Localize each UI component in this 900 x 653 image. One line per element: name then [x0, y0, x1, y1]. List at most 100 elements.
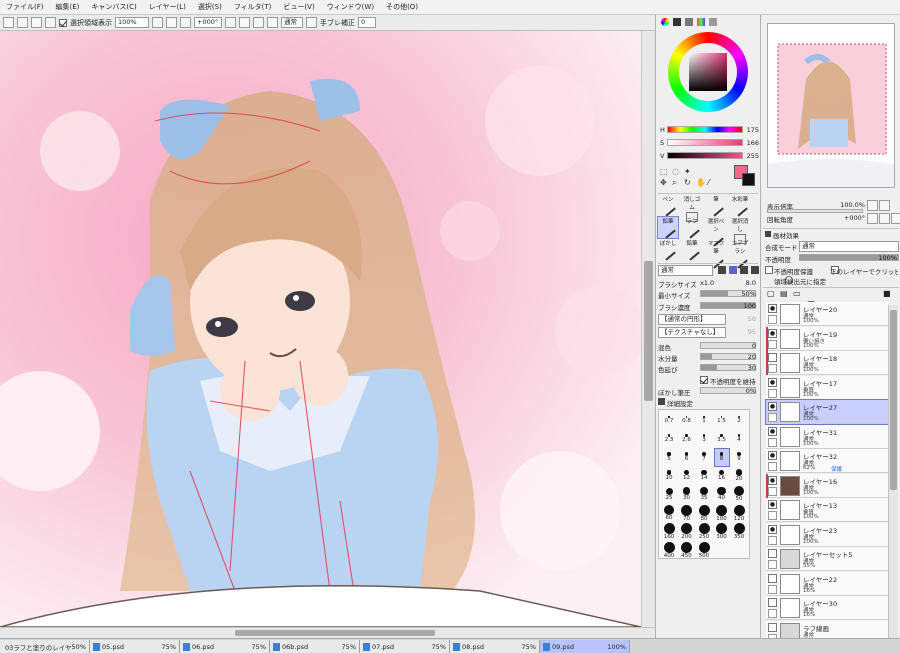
tool-watercolor[interactable]: 水彩筆	[730, 195, 750, 217]
canvas[interactable]	[0, 31, 655, 627]
rotate-reset-button[interactable]	[253, 17, 264, 28]
detail-settings-label[interactable]: 詳細設定	[667, 398, 693, 408]
brush-size-preset[interactable]: 7	[697, 449, 711, 466]
brush-size-preset[interactable]: 50	[732, 486, 746, 503]
tip-shape-1-icon[interactable]	[718, 266, 726, 274]
color-wheel-mode-icon[interactable]	[661, 18, 669, 26]
lock-icon[interactable]	[768, 364, 777, 373]
crop-button[interactable]	[45, 17, 56, 28]
brush-shape-select[interactable]: 【通常の円形】	[658, 314, 726, 325]
layer-row[interactable]: ● レイヤー20 通常 100%	[766, 302, 888, 326]
zoom-reset-button[interactable]	[180, 17, 191, 28]
zoom-field[interactable]: 100%	[115, 17, 149, 28]
menu-window[interactable]: ウィンドウ(W)	[321, 2, 380, 12]
document-tab[interactable]: 05.psd 75%	[90, 640, 180, 653]
brush-size-preset[interactable]: 6	[680, 449, 694, 466]
saturation-slider[interactable]	[667, 139, 743, 146]
eye-icon[interactable]: ●	[768, 475, 777, 485]
eye-icon[interactable]	[768, 598, 777, 607]
layer-row[interactable]: ● レイヤー31 通常 100%	[766, 424, 888, 449]
tool-blur[interactable]: ぼかし	[658, 239, 678, 261]
lasso-tool-icon[interactable]: ◌	[672, 167, 679, 176]
tool-select-eraser[interactable]: 選択消し	[730, 217, 750, 244]
brush-size-preset[interactable]: 4	[732, 431, 746, 448]
tool-brush[interactable]: 筆	[706, 195, 726, 217]
eye-icon[interactable]: ●	[768, 426, 777, 436]
brush-size-preset[interactable]: 9	[732, 449, 746, 466]
eye-icon[interactable]: ●	[768, 500, 777, 509]
menu-filter[interactable]: フィルタ(T)	[228, 2, 278, 12]
brush-texture-select[interactable]: 【テクスチャなし】	[658, 327, 726, 338]
rotate-left-button[interactable]	[225, 17, 236, 28]
tool-pencil[interactable]: 鉛筆	[657, 216, 679, 239]
eye-icon[interactable]	[768, 573, 777, 583]
brush-size-preset[interactable]: 120	[732, 504, 746, 522]
lock-icon[interactable]	[768, 437, 777, 447]
document-tab[interactable]: 08.psd 75%	[450, 640, 540, 653]
rgb-slider-mode-icon[interactable]	[673, 18, 681, 26]
menu-other[interactable]: その他(O)	[380, 2, 424, 12]
brush-size-preset[interactable]: 2.6	[680, 431, 694, 448]
tip-shape-2-icon[interactable]	[729, 266, 737, 274]
brush-size-preset[interactable]: 1.5	[715, 412, 729, 429]
brush-size-preset[interactable]: 250	[697, 523, 711, 540]
menu-file[interactable]: ファイル(F)	[0, 2, 50, 12]
brush-size-preset[interactable]: 8	[713, 448, 730, 467]
eyedropper-icon[interactable]: ⁄	[708, 178, 709, 187]
detail-toggle-icon[interactable]	[658, 398, 665, 405]
layer-row[interactable]: ● レイヤー27 通常 100%	[765, 399, 889, 425]
layer-row[interactable]: レイヤー22 通常 16%	[766, 571, 888, 596]
brush-size-preset[interactable]: 70	[680, 504, 694, 522]
brush-size-preset[interactable]: 300	[715, 523, 729, 540]
menu-canvas[interactable]: キャンバス(C)	[85, 2, 142, 12]
document-tab[interactable]: 03ラフと塗りのレイヤ... 50%	[0, 640, 90, 653]
sv-square[interactable]	[689, 53, 727, 91]
rotate-right-button[interactable]	[239, 17, 250, 28]
brush-size-preset[interactable]: 1	[697, 412, 711, 429]
zoom-tool-icon[interactable]: ⌕	[672, 178, 676, 188]
eye-icon[interactable]: ●	[768, 328, 777, 338]
layer-row[interactable]: ● レイヤー16 通常 100%	[766, 473, 888, 498]
effects-toggle-icon[interactable]	[765, 231, 771, 237]
eye-icon[interactable]	[768, 549, 777, 558]
tool-eraser[interactable]: 消しゴム	[682, 195, 702, 222]
brush-size-preset[interactable]: 14	[697, 468, 711, 485]
brush-size-preset[interactable]: 160	[662, 523, 676, 540]
layer-panel-settings-icon[interactable]: ■	[883, 289, 891, 298]
brush-size-preset[interactable]: 16	[715, 468, 729, 485]
brush-size-preset[interactable]: 100	[715, 504, 729, 522]
nav-rotate-reset-button[interactable]	[891, 213, 900, 224]
nav-rotate-left-button[interactable]	[867, 213, 878, 224]
tip-shape-3-icon[interactable]	[740, 266, 748, 274]
navigator-angle-value[interactable]: +000°	[831, 214, 865, 222]
magic-wand-icon[interactable]: ✦	[684, 167, 691, 176]
layer-row[interactable]: レイヤーセット5 通常 55%	[766, 547, 888, 571]
brush-size-preset[interactable]: 35	[697, 486, 711, 503]
nav-zoom-out-button[interactable]	[867, 200, 878, 211]
menu-layer[interactable]: レイヤー(L)	[143, 2, 192, 12]
brush-size-preset[interactable]: 20	[732, 468, 746, 485]
new-layer-icon[interactable]: ▢	[767, 289, 775, 298]
brush-size-preset[interactable]: 400	[662, 541, 676, 559]
brush-size-preset[interactable]: 0.8	[680, 412, 694, 429]
eye-icon[interactable]: ●	[768, 402, 777, 411]
brush-size-mult[interactable]: x1.0	[700, 279, 714, 287]
value-slider[interactable]	[667, 152, 743, 159]
nav-zoom-in-button[interactable]	[879, 200, 890, 211]
menu-select[interactable]: 選択(S)	[192, 2, 228, 12]
layer-row[interactable]: ● レイヤー13 乗算 100%	[766, 498, 888, 522]
layer-row[interactable]: ● レイヤー17 乗算 100%	[766, 375, 888, 400]
tool-mask-brush[interactable]: マスク筆	[706, 239, 726, 269]
layer-row[interactable]: レイヤー18 通常 100%	[766, 351, 888, 375]
layer-row[interactable]: ● レイヤー19 覆い焼き 100%	[766, 326, 888, 351]
brush-size-preset[interactable]: 10	[662, 468, 676, 485]
layer-row[interactable]: ● レイヤー32 通常 62% 保護	[766, 449, 888, 473]
eye-icon[interactable]: ●	[768, 377, 777, 387]
layer-scroll-thumb[interactable]	[890, 310, 897, 490]
canvas-horizontal-scrollbar[interactable]	[0, 627, 655, 638]
secondary-color-swatch[interactable]	[742, 173, 755, 186]
brush-size-preset[interactable]: 450	[680, 541, 694, 559]
lock-icon[interactable]	[768, 413, 777, 422]
eye-icon[interactable]: ●	[768, 524, 777, 534]
marquee-tool-icon[interactable]: ⬚	[660, 167, 668, 176]
